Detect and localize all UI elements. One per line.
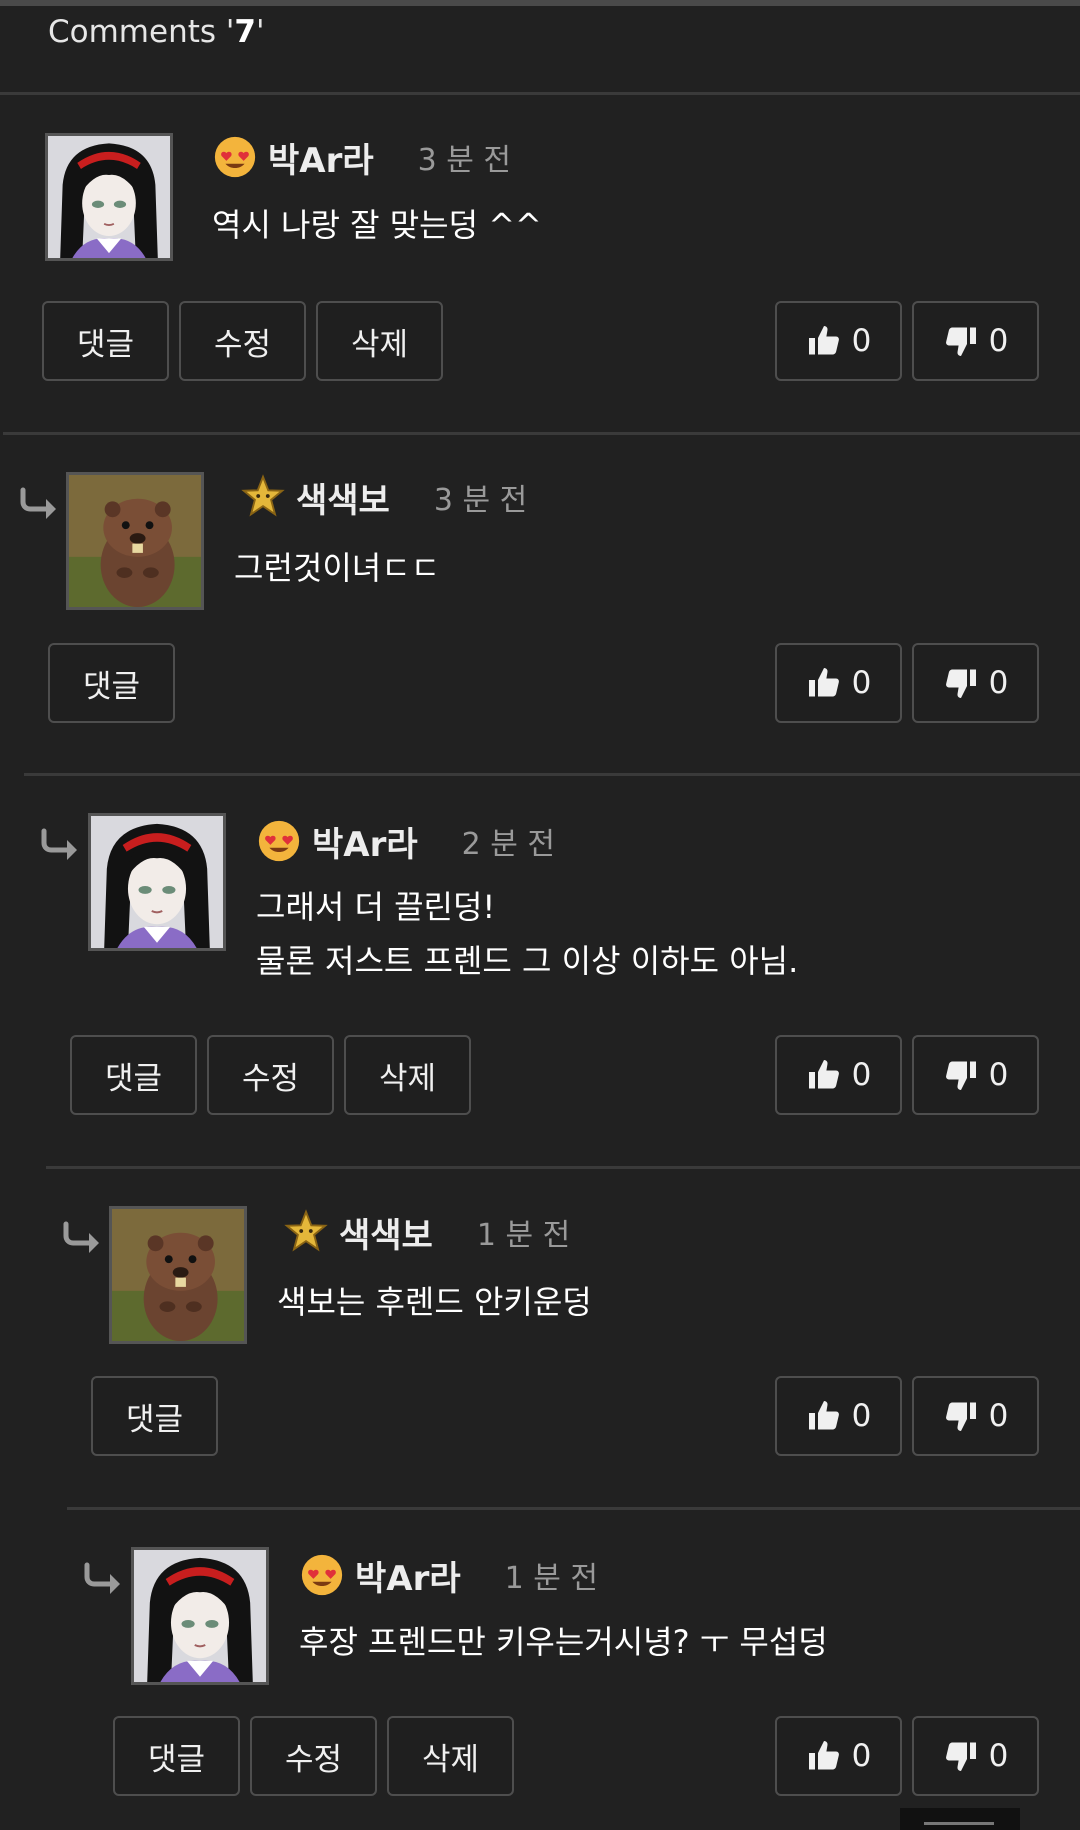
thumbs-up-icon	[806, 1398, 842, 1434]
heart-eyes-emoji-icon	[256, 818, 302, 864]
comment-line: 물론 저스트 프렌드 그 이상 이하도 아님.	[256, 942, 799, 980]
author-name[interactable]: 박Ar라	[312, 817, 418, 866]
thumbs-up-icon	[806, 1057, 842, 1093]
thumbs-down-icon	[943, 1398, 979, 1434]
like-count: 0	[851, 323, 872, 359]
reply-arrow-icon	[18, 487, 58, 521]
dislike-button[interactable]: 0	[912, 1716, 1039, 1796]
timestamp: 2 분 전	[461, 827, 556, 862]
comments-header: Comments '7'	[48, 14, 265, 50]
comment-meta: 박Ar라 1 분 전	[299, 1550, 598, 1600]
divider	[67, 1507, 1080, 1510]
timestamp: 3 분 전	[433, 483, 528, 518]
like-button[interactable]: 0	[775, 1035, 902, 1115]
heart-eyes-emoji-icon	[212, 134, 258, 180]
like-button[interactable]: 0	[775, 1716, 902, 1796]
avatar[interactable]	[45, 133, 173, 261]
avatar[interactable]	[109, 1206, 247, 1344]
thumbs-down-icon	[943, 1057, 979, 1093]
comments-count: 7	[234, 14, 256, 50]
timestamp: 1 분 전	[504, 1561, 599, 1596]
reply-arrow-icon	[82, 1562, 122, 1596]
comment-line: 후장 프렌드만 키우는거시녕? ㅜ 무섭덩	[299, 1623, 828, 1661]
comments-header-prefix: Comments '	[48, 14, 235, 50]
like-count: 0	[851, 1057, 872, 1093]
dislike-button[interactable]: 0	[912, 301, 1039, 381]
divider	[24, 773, 1080, 776]
dislike-button[interactable]: 0	[912, 1376, 1039, 1456]
thumbs-down-icon	[943, 1738, 979, 1774]
divider	[3, 432, 1080, 435]
thumbs-up-icon	[806, 665, 842, 701]
heart-eyes-emoji-icon	[299, 1552, 345, 1598]
tab-handle-bar	[924, 1822, 994, 1825]
author-name[interactable]: 색색보	[339, 1208, 433, 1257]
avatar[interactable]	[131, 1547, 269, 1685]
divider	[46, 1166, 1080, 1169]
reply-arrow-icon	[39, 828, 79, 862]
comment-line: 역시 나랑 잘 맞는덩 ^^	[212, 206, 542, 244]
divider	[0, 92, 1080, 95]
reply-button[interactable]: 댓글	[70, 1035, 197, 1115]
star-icon	[240, 474, 286, 520]
author-name[interactable]: 색색보	[296, 473, 390, 522]
delete-button[interactable]: 삭제	[387, 1716, 514, 1796]
edit-button[interactable]: 수정	[250, 1716, 377, 1796]
dislike-count: 0	[988, 665, 1009, 701]
comment-text: 역시 나랑 잘 맞는덩 ^^	[212, 198, 542, 252]
like-button[interactable]: 0	[775, 1376, 902, 1456]
reply-button[interactable]: 댓글	[48, 643, 175, 723]
dislike-count: 0	[988, 1057, 1009, 1093]
reply-button[interactable]: 댓글	[91, 1376, 218, 1456]
dislike-count: 0	[988, 323, 1009, 359]
comment-meta: 박Ar라 3 분 전	[212, 132, 511, 182]
thumbs-up-icon	[806, 323, 842, 359]
dislike-count: 0	[988, 1398, 1009, 1434]
author-name[interactable]: 박Ar라	[355, 1551, 461, 1600]
comment-meta: 색색보 1 분 전	[283, 1207, 570, 1257]
comment-text: 그래서 더 끌린덩! 물론 저스트 프렌드 그 이상 이하도 아님.	[256, 880, 798, 988]
bottom-tab-handle[interactable]	[900, 1808, 1020, 1830]
delete-button[interactable]: 삭제	[316, 301, 443, 381]
thumbs-down-icon	[943, 323, 979, 359]
timestamp: 3 분 전	[417, 143, 512, 178]
thumbs-down-icon	[943, 665, 979, 701]
comment-line: 그래서 더 끌린덩!	[256, 888, 496, 926]
avatar[interactable]	[88, 813, 226, 951]
dislike-button[interactable]: 0	[912, 643, 1039, 723]
reply-button[interactable]: 댓글	[42, 301, 169, 381]
thumbs-up-icon	[806, 1738, 842, 1774]
top-edge-strip	[0, 0, 1080, 6]
like-count: 0	[851, 1398, 872, 1434]
reply-button[interactable]: 댓글	[113, 1716, 240, 1796]
comment-line: 그런것이녀ㄷㄷ	[234, 549, 441, 587]
comment-meta: 박Ar라 2 분 전	[256, 816, 555, 866]
like-button[interactable]: 0	[775, 301, 902, 381]
like-button[interactable]: 0	[775, 643, 902, 723]
like-count: 0	[851, 1738, 872, 1774]
comment-line: 색보는 후렌드 안키운덩	[277, 1283, 592, 1321]
reply-arrow-icon	[61, 1221, 101, 1255]
dislike-count: 0	[988, 1738, 1009, 1774]
comment-text: 색보는 후렌드 안키운덩	[277, 1275, 592, 1329]
edit-button[interactable]: 수정	[207, 1035, 334, 1115]
author-name[interactable]: 박Ar라	[268, 133, 374, 182]
comment-text: 그런것이녀ㄷㄷ	[234, 541, 440, 595]
delete-button[interactable]: 삭제	[344, 1035, 471, 1115]
comment-meta: 색색보 3 분 전	[240, 472, 527, 522]
comment-text: 후장 프렌드만 키우는거시녕? ㅜ 무섭덩	[299, 1615, 828, 1669]
like-count: 0	[851, 665, 872, 701]
dislike-button[interactable]: 0	[912, 1035, 1039, 1115]
edit-button[interactable]: 수정	[179, 301, 306, 381]
star-icon	[283, 1209, 329, 1255]
avatar[interactable]	[66, 472, 204, 610]
comments-header-suffix: '	[256, 14, 265, 50]
timestamp: 1 분 전	[476, 1218, 571, 1253]
